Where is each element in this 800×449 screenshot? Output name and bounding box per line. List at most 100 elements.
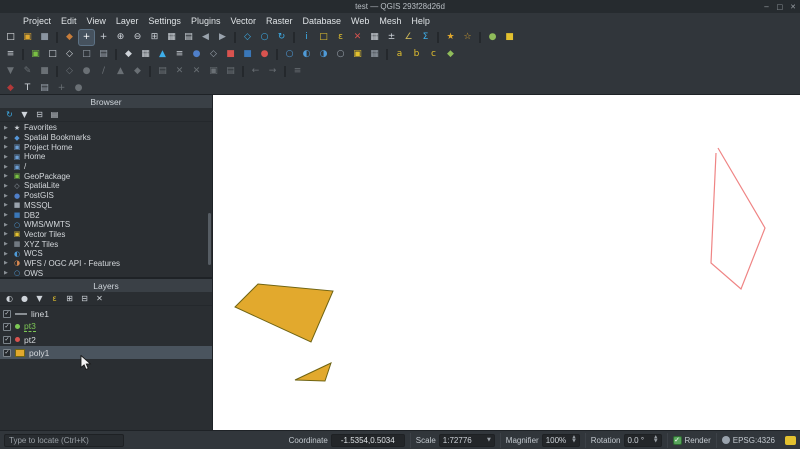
new-spatialite-layer-icon[interactable]: ◇ <box>62 47 77 62</box>
expand-chevron-icon[interactable]: ▶ <box>4 241 10 247</box>
new-bookmark-icon[interactable]: ☆ <box>460 30 475 45</box>
filter-expression-icon[interactable]: ε <box>49 294 60 303</box>
delete-selected-icon[interactable]: ✕ <box>172 64 187 79</box>
map-themes-icon[interactable]: ● <box>19 294 30 303</box>
add-wcs-layer-icon[interactable]: ◐ <box>299 47 314 62</box>
add-line-feature-icon[interactable]: / <box>96 64 111 79</box>
minimize-button[interactable]: − <box>764 3 770 11</box>
redo-icon[interactable]: → <box>265 64 280 79</box>
browser-filter-icon[interactable]: ▼ <box>19 110 30 119</box>
browser-properties-icon[interactable]: ▤ <box>49 110 60 119</box>
expand-chevron-icon[interactable]: ▶ <box>4 193 10 199</box>
annotation-settings-icon[interactable]: ● <box>71 81 86 96</box>
browser-item-root[interactable]: ▶ ▣ / <box>0 162 212 172</box>
browser-item-spatialite[interactable]: ▶ ◇ SpatiaLite <box>0 181 212 191</box>
expand-chevron-icon[interactable]: ▶ <box>4 231 10 237</box>
processing-toolbox-icon[interactable]: ◆ <box>443 47 458 62</box>
menu-settings[interactable]: Settings <box>143 15 186 27</box>
map-canvas[interactable] <box>213 95 800 430</box>
add-point-feature-icon[interactable]: ● <box>79 64 94 79</box>
modify-attributes-icon[interactable]: ▤ <box>155 64 170 79</box>
expand-chevron-icon[interactable]: ▶ <box>4 270 10 276</box>
save-edits-icon[interactable]: ■ <box>37 64 52 79</box>
save-project-icon[interactable]: ■ <box>37 30 52 45</box>
new-shapefile-layer-icon[interactable]: □ <box>45 47 60 62</box>
scale-combo[interactable]: 1:72776 ▼ <box>438 433 495 447</box>
layer-labeling-icon[interactable]: a <box>392 47 407 62</box>
browser-refresh-icon[interactable]: ↻ <box>4 110 15 119</box>
new-virtual-layer-icon[interactable]: ▤ <box>96 47 111 62</box>
expand-all-icon[interactable]: ⊞ <box>64 294 75 303</box>
browser-item-home[interactable]: ▶ ▣ Home <box>0 152 212 162</box>
browser-item-db2[interactable]: ▶ ■ DB2 <box>0 210 212 220</box>
expand-chevron-icon[interactable]: ▶ <box>4 260 10 266</box>
form-annotation-icon[interactable]: ▤ <box>37 81 52 96</box>
remove-layer-icon[interactable]: ✕ <box>94 294 105 303</box>
expand-chevron-icon[interactable]: ▶ <box>4 202 10 208</box>
select-by-expression-icon[interactable]: ε <box>333 30 348 45</box>
browser-item-vector-tiles[interactable]: ▶ ▣ Vector Tiles <box>0 230 212 240</box>
magnifier-spinbox[interactable]: 100% ▲ ▼ <box>541 433 580 447</box>
menu-web[interactable]: Web <box>346 15 374 27</box>
browser-item-postgis[interactable]: ▶ ● PostGIS <box>0 191 212 201</box>
add-arcgis-layer-icon[interactable]: ○ <box>333 47 348 62</box>
add-oracle-layer-icon[interactable]: ● <box>257 47 272 62</box>
browser-item-geopackage[interactable]: ▶ ▣ GeoPackage <box>0 171 212 181</box>
new-project-icon[interactable]: □ <box>3 30 18 45</box>
add-mssql-layer-icon[interactable]: ■ <box>223 47 238 62</box>
open-project-icon[interactable]: ▣ <box>20 30 35 45</box>
toggle-editing-icon[interactable]: ✎ <box>20 64 35 79</box>
rotation-spin-buttons[interactable]: ▲ ▼ <box>654 436 657 444</box>
menu-vector[interactable]: Vector <box>225 15 261 27</box>
add-vector-layer-icon[interactable]: ◆ <box>121 47 136 62</box>
filter-legend-icon[interactable]: ▼ <box>34 294 45 303</box>
log-messages-icon[interactable]: ■ <box>502 30 517 45</box>
layer-item-pt3[interactable]: ✓ pt3 <box>0 320 212 333</box>
spin-down-icon[interactable]: ▼ <box>572 439 575 444</box>
expand-chevron-icon[interactable]: ▶ <box>4 183 10 189</box>
vertex-tool-icon[interactable]: ◆ <box>130 64 145 79</box>
add-wfs-layer-icon[interactable]: ◑ <box>316 47 331 62</box>
menu-help[interactable]: Help <box>406 15 435 27</box>
coordinate-input[interactable] <box>330 433 405 447</box>
browser-scrollbar[interactable] <box>208 213 211 265</box>
zoom-last-icon[interactable]: ◀ <box>198 30 213 45</box>
messages-icon[interactable] <box>785 435 796 445</box>
expand-chevron-icon[interactable]: ▶ <box>4 164 10 170</box>
browser-item-project-home[interactable]: ▶ ▣ Project Home <box>0 142 212 152</box>
zoom-out-icon[interactable]: ⊖ <box>130 30 145 45</box>
show-bookmarks-icon[interactable]: ★ <box>443 30 458 45</box>
expand-chevron-icon[interactable]: ▶ <box>4 222 10 228</box>
render-checkbox[interactable]: ✓ <box>672 435 682 445</box>
add-mesh-layer-icon[interactable]: ▲ <box>155 47 170 62</box>
map-tips-icon[interactable]: ● <box>485 30 500 45</box>
add-postgis-layer-icon[interactable]: ● <box>189 47 204 62</box>
zoom-in-icon[interactable]: ⊕ <box>113 30 128 45</box>
expand-chevron-icon[interactable]: ▶ <box>4 212 10 218</box>
browser-item-wfs[interactable]: ▶ ◑ WFS / OGC API - Features <box>0 259 212 269</box>
add-wms-layer-icon[interactable]: ○ <box>282 47 297 62</box>
menu-raster[interactable]: Raster <box>261 15 298 27</box>
add-raster-layer-icon[interactable]: ▦ <box>138 47 153 62</box>
temporal-controller-icon[interactable]: ○ <box>257 30 272 45</box>
menu-project[interactable]: Project <box>18 15 56 27</box>
zoom-full-icon[interactable]: ⊞ <box>147 30 162 45</box>
layer-visibility-checkbox[interactable]: ✓ <box>3 335 11 344</box>
browser-collapse-all-icon[interactable]: ⊟ <box>34 110 45 119</box>
zoom-to-layer-icon[interactable]: ▤ <box>181 30 196 45</box>
zoom-to-selection-icon[interactable]: ▦ <box>164 30 179 45</box>
spin-down-icon[interactable]: ▼ <box>654 439 657 444</box>
browser-item-spatial-bookmarks[interactable]: ▶ ◆ Spatial Bookmarks <box>0 133 212 143</box>
scale-dropdown-icon[interactable]: ▼ <box>487 437 491 443</box>
identify-features-icon[interactable]: i <box>299 30 314 45</box>
add-delimited-text-icon[interactable]: ≡ <box>172 47 187 62</box>
current-edits-icon[interactable]: ▼ <box>3 64 18 79</box>
menu-database[interactable]: Database <box>298 15 347 27</box>
expand-chevron-icon[interactable]: ▶ <box>4 135 10 141</box>
add-spatialite-layer-icon[interactable]: ◇ <box>206 47 221 62</box>
expand-chevron-icon[interactable]: ▶ <box>4 251 10 257</box>
layer-visibility-checkbox[interactable]: ✓ <box>3 348 11 357</box>
measure-icon[interactable]: ∠ <box>401 30 416 45</box>
add-xyz-layer-icon[interactable]: ▦ <box>367 47 382 62</box>
browser-item-favorites[interactable]: ▶ ★ Favorites <box>0 123 212 133</box>
